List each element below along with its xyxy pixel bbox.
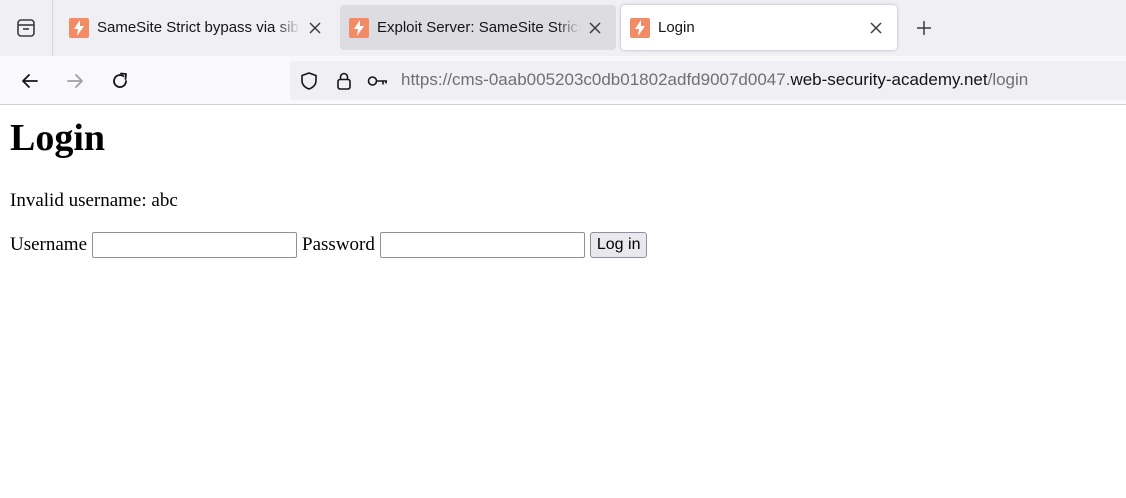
close-icon[interactable] — [584, 17, 606, 39]
password-label: Password — [302, 234, 375, 255]
forward-button[interactable] — [60, 66, 90, 96]
close-icon[interactable] — [304, 17, 326, 39]
plus-icon — [917, 21, 931, 35]
tab-title: Login — [658, 19, 695, 36]
address-bar[interactable]: https://cms-0aab005203c0db01802adfd9007d… — [290, 61, 1126, 100]
back-button[interactable] — [15, 66, 45, 96]
page-title: Login — [10, 117, 106, 159]
page-content: Login Invalid username: abc Username Pas… — [0, 106, 1126, 498]
navigation-bar: https://cms-0aab005203c0db01802adfd9007d… — [0, 56, 1126, 105]
reload-button[interactable] — [105, 66, 135, 96]
new-tab-button[interactable] — [912, 16, 936, 40]
web-security-academy-favicon-icon — [630, 17, 650, 38]
tab-strip: SameSite Strict bypass via sibling domai… — [0, 0, 1126, 56]
arrow-left-icon — [22, 74, 38, 88]
password-input[interactable] — [379, 232, 585, 258]
tab-login[interactable]: Login — [621, 5, 897, 50]
tab-title: Exploit Server: SameSite Strict bypass — [377, 19, 580, 36]
close-icon[interactable] — [865, 17, 887, 39]
tab-list-icon — [17, 19, 35, 37]
arrow-right-icon — [67, 74, 83, 88]
reload-icon — [113, 72, 127, 88]
key-icon[interactable] — [366, 69, 390, 93]
username-label: Username — [10, 234, 88, 255]
username-input[interactable] — [92, 232, 298, 258]
lock-icon[interactable] — [332, 69, 356, 93]
login-form: Username Password Log in — [10, 232, 648, 258]
web-security-academy-favicon-icon — [349, 17, 369, 38]
login-button[interactable]: Log in — [589, 232, 648, 258]
url-text[interactable]: https://cms-0aab005203c0db01802adfd9007d… — [401, 70, 1028, 90]
shield-icon[interactable] — [297, 69, 321, 93]
tab-title: SameSite Strict bypass via sibling domai… — [97, 19, 300, 36]
web-security-academy-favicon-icon — [69, 17, 89, 38]
tab-exploit-server[interactable]: Exploit Server: SameSite Strict bypass — [340, 5, 616, 50]
tab-list-button[interactable] — [0, 0, 53, 56]
error-message: Invalid username: abc — [10, 190, 178, 211]
tab-samesite-strict-bypass[interactable]: SameSite Strict bypass via sibling domai… — [60, 5, 336, 50]
